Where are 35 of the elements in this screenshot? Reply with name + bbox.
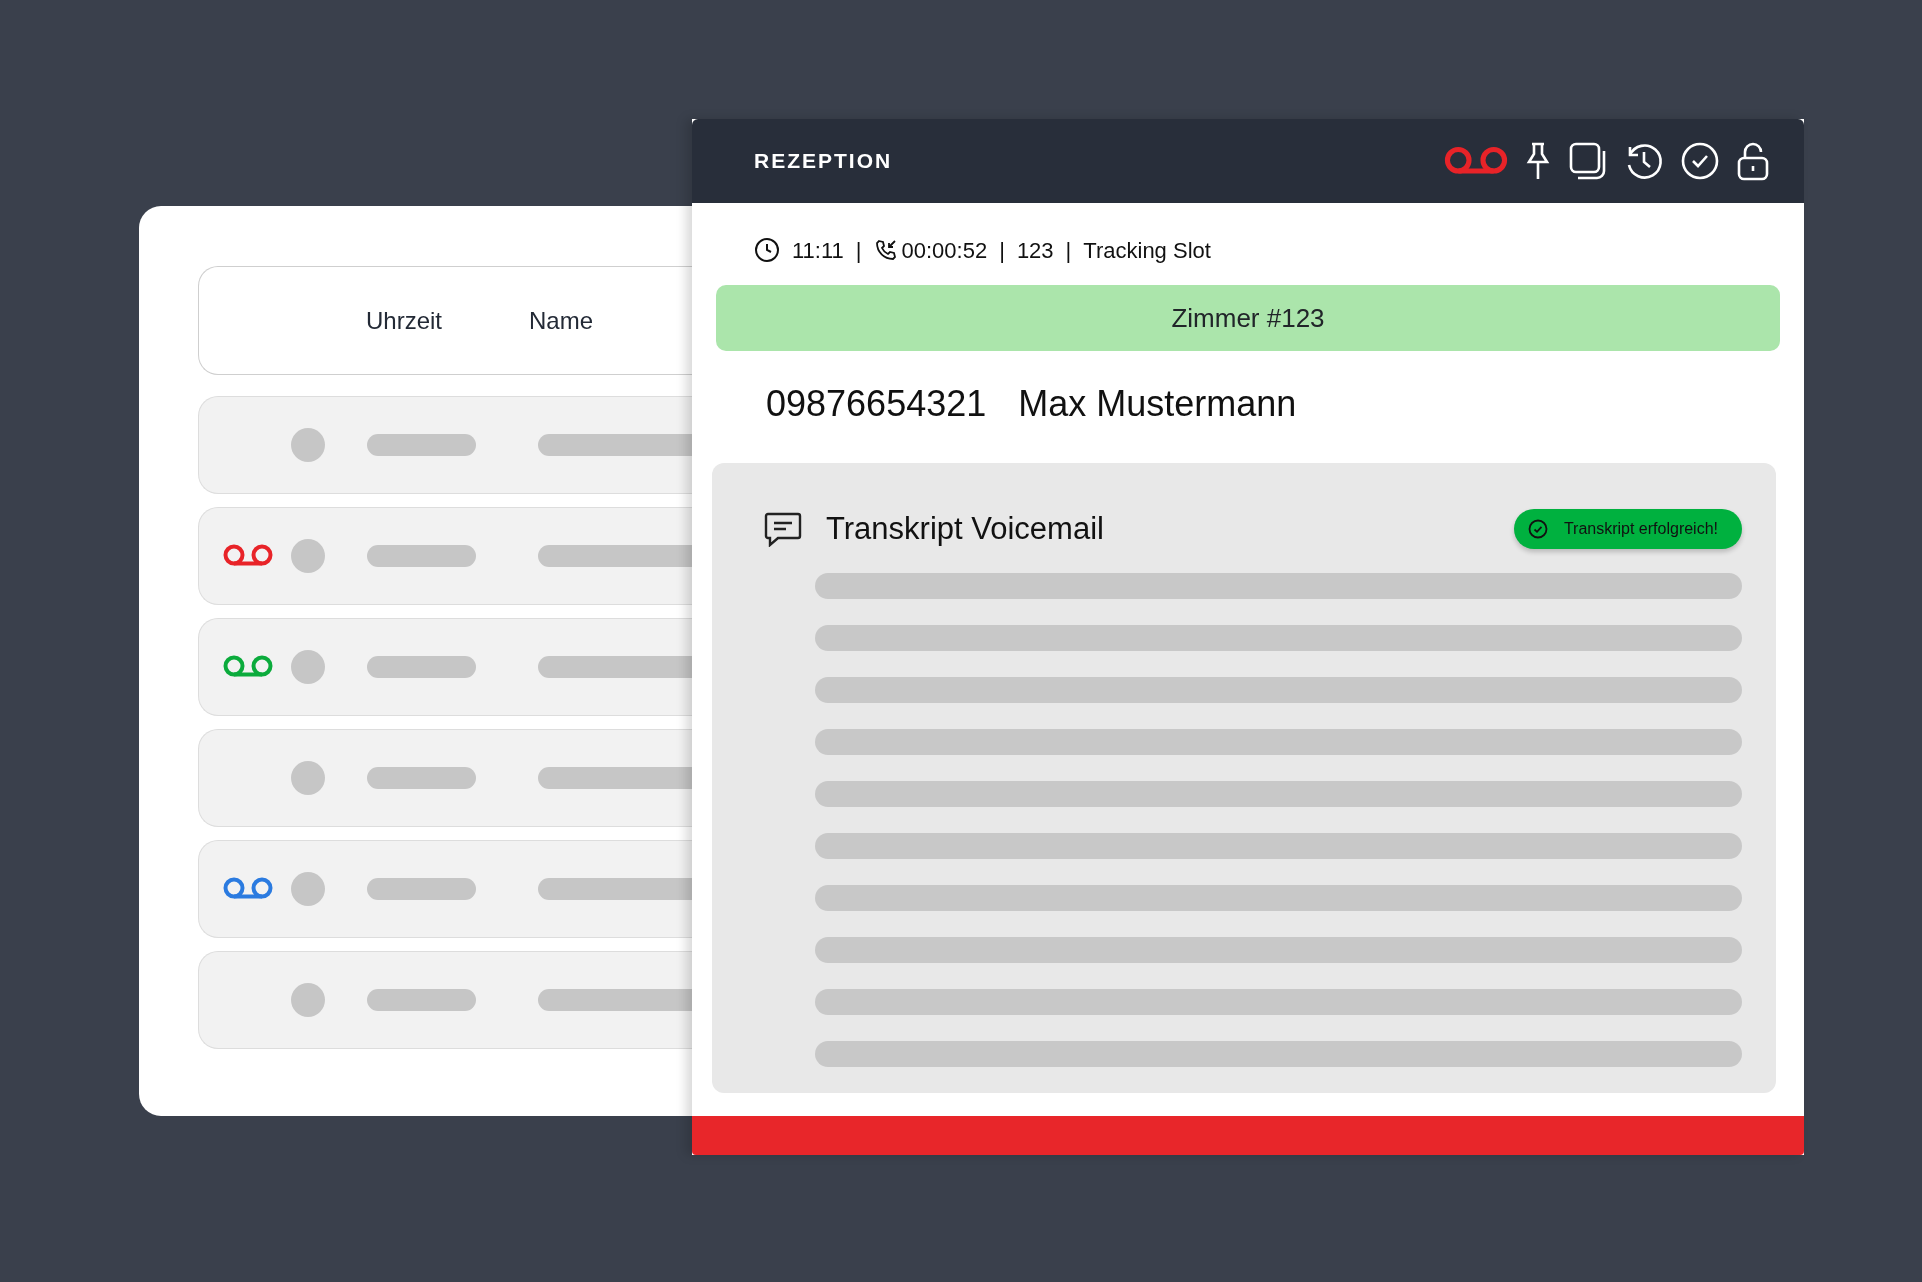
room-banner: Zimmer #123 xyxy=(716,285,1780,351)
transcript-title: Transkript Voicemail xyxy=(826,509,1104,548)
avatar-placeholder xyxy=(291,761,325,795)
avatar-placeholder xyxy=(291,650,325,684)
tracking-slot: Tracking Slot xyxy=(1083,233,1211,267)
avatar-placeholder xyxy=(291,872,325,906)
check-circle-icon[interactable] xyxy=(1680,141,1720,181)
avatar-placeholder xyxy=(291,428,325,462)
avatar-placeholder xyxy=(291,983,325,1017)
avatar-placeholder xyxy=(291,539,325,573)
chat-icon xyxy=(764,511,802,547)
call-row[interactable] xyxy=(198,840,692,938)
column-header: Name xyxy=(529,305,594,336)
call-row[interactable] xyxy=(198,507,692,605)
pin-icon[interactable] xyxy=(1524,141,1552,181)
separator: | xyxy=(999,236,1005,265)
clock-icon xyxy=(754,237,780,263)
incoming-call-icon xyxy=(873,238,898,262)
call-time: 11:11 xyxy=(792,236,844,265)
unlock-icon[interactable] xyxy=(1736,141,1770,181)
copy-icon[interactable] xyxy=(1568,141,1608,181)
call-row[interactable] xyxy=(198,951,692,1049)
call-duration: 00:00:52 xyxy=(901,236,988,265)
caller-name: Max Mustermann xyxy=(1018,382,1297,426)
window-title: REZEPTION xyxy=(754,148,893,175)
separator: | xyxy=(855,236,862,265)
column-header: Uhrzeit xyxy=(366,305,443,336)
call-row[interactable] xyxy=(198,618,692,716)
check-circle-icon xyxy=(1527,519,1548,539)
extension-number: 123 xyxy=(1016,236,1054,265)
call-row[interactable] xyxy=(198,396,692,494)
call-row[interactable] xyxy=(198,729,692,827)
success-badge: Transkript erfolgreich! xyxy=(1513,509,1742,549)
phone-number: 09876654321 xyxy=(766,382,987,426)
separator: | xyxy=(1065,236,1072,265)
